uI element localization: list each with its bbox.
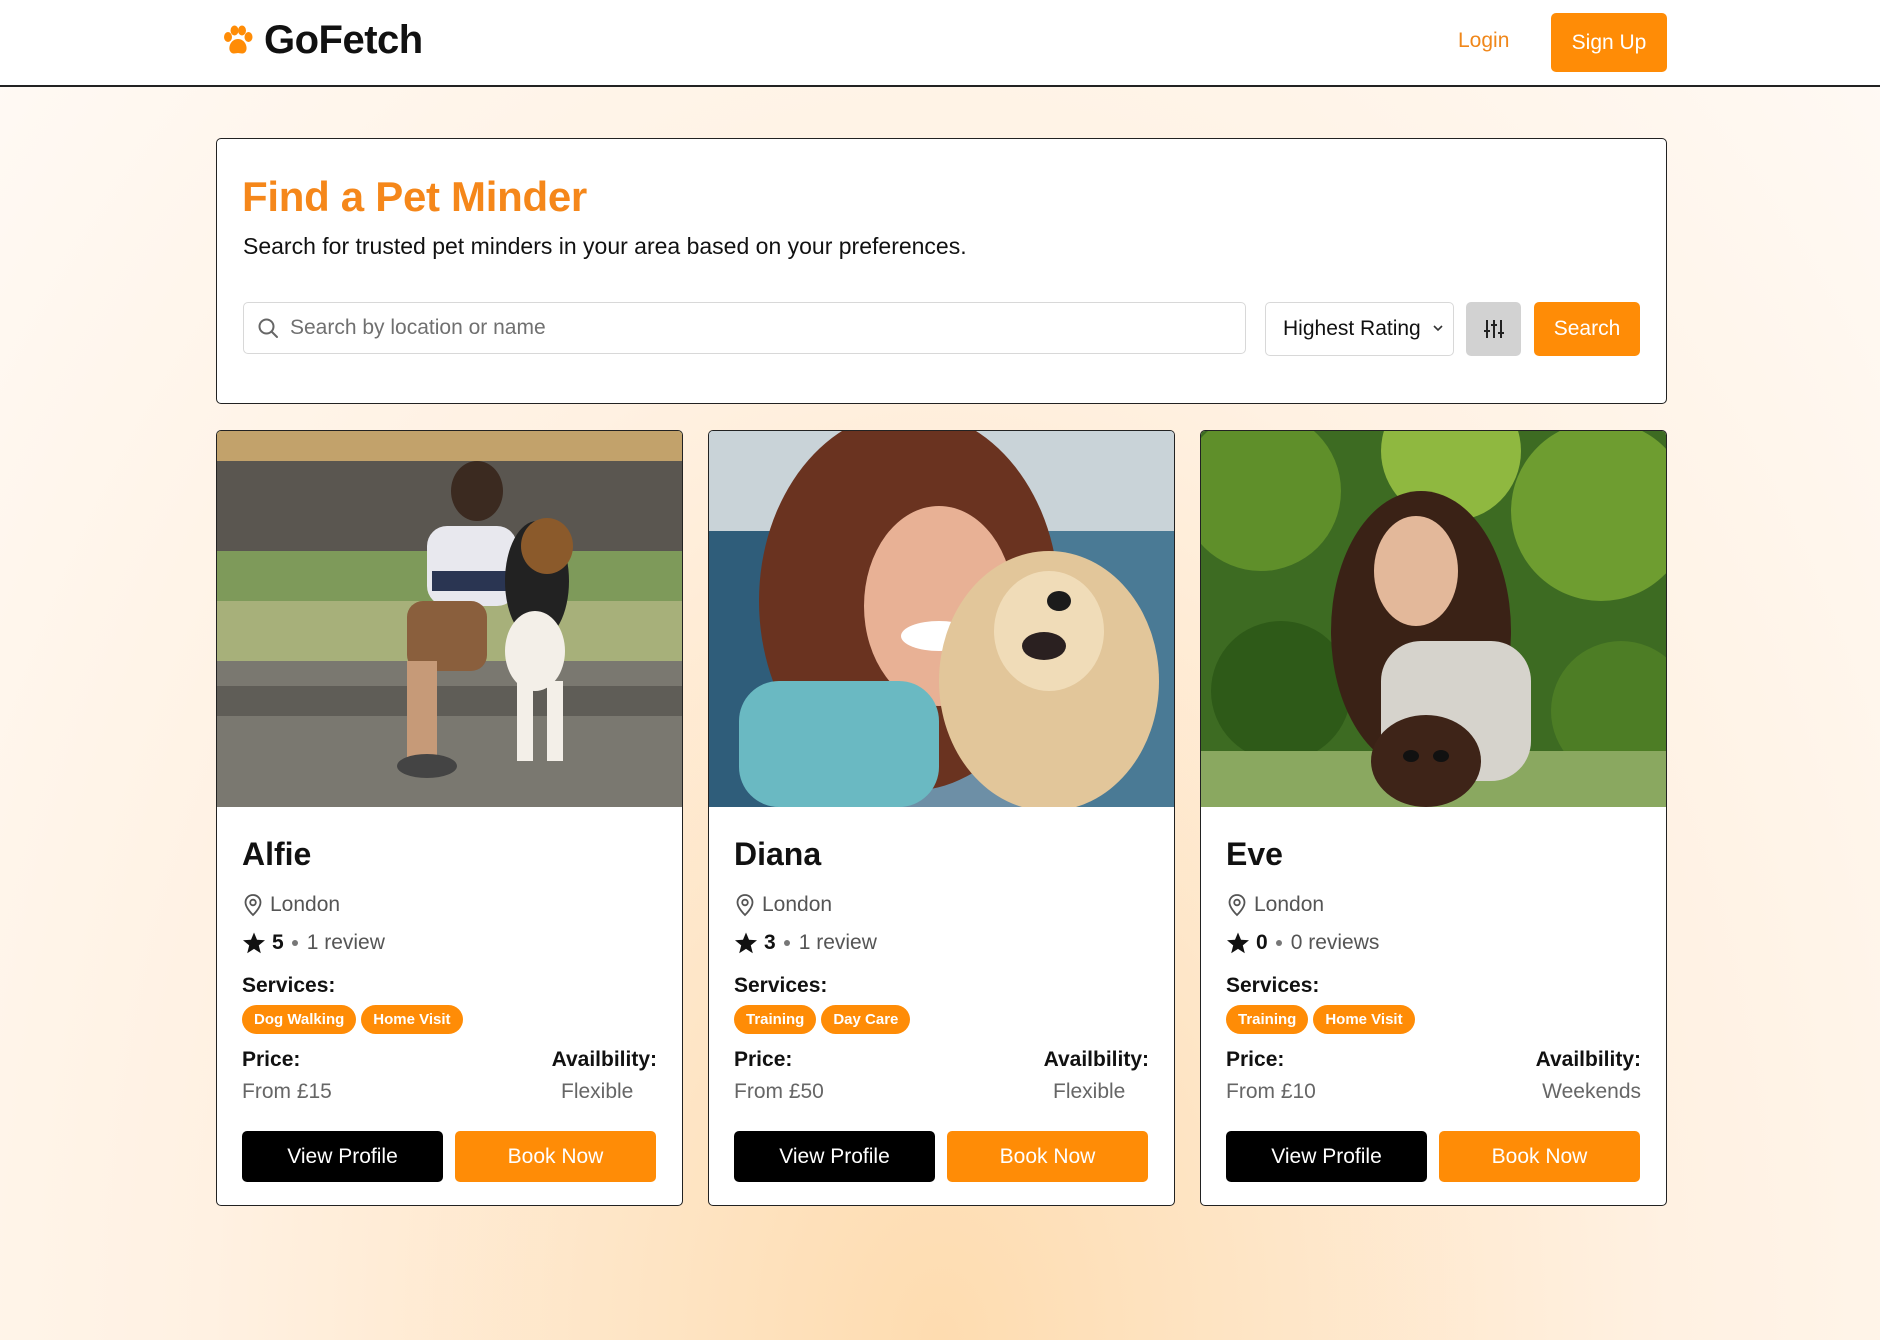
separator-dot [1275,940,1282,946]
price-value: From £15 [242,1080,332,1103]
view-profile-button[interactable]: View Profile [1226,1131,1427,1182]
brand-logo[interactable]: GoFetch [220,18,423,63]
rating-value: 3 [764,931,776,954]
star-icon [243,932,265,954]
service-tag: Dog Walking [242,1005,357,1034]
location-text: London [270,893,341,916]
paw-icon [224,25,253,53]
services-label: Services: [734,974,828,997]
service-tag: Training [1226,1005,1309,1034]
login-link[interactable]: Login [1458,29,1509,53]
page-subtitle: Search for trusted pet minders in your a… [243,233,967,259]
price-label: Price: [734,1048,793,1071]
service-tag: Home Visit [1313,1005,1415,1034]
brand-name: GoFetch [264,18,423,62]
top-nav: GoFetch Login Sign Up [0,0,1880,87]
minder-rating: 5 1 review [242,931,385,955]
book-now-button[interactable]: Book Now [947,1131,1148,1182]
separator-dot [783,940,790,946]
rating-value: 5 [272,931,284,954]
search-button[interactable]: Search [1534,302,1640,356]
page-title: Find a Pet Minder [242,173,587,220]
minder-name: Alfie [242,836,312,872]
price-value: From £10 [1226,1080,1316,1103]
minder-photo[interactable] [1201,431,1666,807]
star-icon [735,932,757,954]
sort-selected-value: Highest Rating [1283,317,1421,340]
book-now-button[interactable]: Book Now [455,1131,656,1182]
location-text: London [762,893,833,916]
service-tag: Day Care [821,1005,911,1034]
separator-dot [291,940,298,946]
price-value: From £50 [734,1080,824,1103]
availability-label: Availbility: [1535,1048,1641,1071]
minder-location: London [1226,893,1324,917]
services-label: Services: [1226,974,1320,997]
availability-value: Weekends [1542,1080,1641,1103]
minder-card: Eve London 0 0 reviews Services: Trainin… [1200,430,1667,1206]
service-tags: Training Home Visit [1226,1005,1420,1034]
location-pin-icon [1228,894,1246,917]
review-count: 0 reviews [1290,931,1380,954]
minder-location: London [734,893,832,917]
minder-photo[interactable] [709,431,1174,807]
minder-card: Diana London 3 1 review Services: Traini… [708,430,1175,1206]
sort-dropdown[interactable]: Highest Rating [1265,302,1454,356]
minder-name: Eve [1226,836,1283,872]
availability-value: Flexible [561,1080,634,1103]
service-tag: Home Visit [361,1005,463,1034]
price-label: Price: [242,1048,301,1071]
search-panel: Find a Pet Minder Search for trusted pet… [216,138,1667,404]
review-count: 1 review [306,931,385,954]
location-pin-icon [736,894,754,917]
view-profile-button[interactable]: View Profile [242,1131,443,1182]
availability-label: Availbility: [551,1048,657,1071]
minder-rating: 0 0 reviews [1226,931,1379,955]
minder-name: Diana [734,836,822,872]
search-field[interactable] [243,302,1246,354]
book-now-button[interactable]: Book Now [1439,1131,1640,1182]
service-tag: Training [734,1005,817,1034]
sign-up-button[interactable]: Sign Up [1551,13,1667,72]
minder-location: London [242,893,340,917]
minder-card: Alfie London 5 1 review Services: Dog Wa… [216,430,683,1206]
minder-photo[interactable] [217,431,682,807]
search-icon [258,318,278,338]
price-label: Price: [1226,1048,1285,1071]
availability-label: Availbility: [1043,1048,1149,1071]
star-icon [1227,932,1249,954]
location-pin-icon [244,894,262,917]
minder-rating: 3 1 review [734,931,877,955]
search-input[interactable] [290,316,1230,340]
chevron-down-icon [1433,325,1443,332]
service-tags: Dog Walking Home Visit [242,1005,468,1034]
rating-value: 0 [1256,931,1268,954]
location-text: London [1254,893,1325,916]
view-profile-button[interactable]: View Profile [734,1131,935,1182]
services-label: Services: [242,974,336,997]
review-count: 1 review [798,931,877,954]
service-tags: Training Day Care [734,1005,915,1034]
filter-button[interactable] [1466,302,1521,356]
sliders-icon [1483,320,1504,338]
availability-value: Flexible [1053,1080,1126,1103]
